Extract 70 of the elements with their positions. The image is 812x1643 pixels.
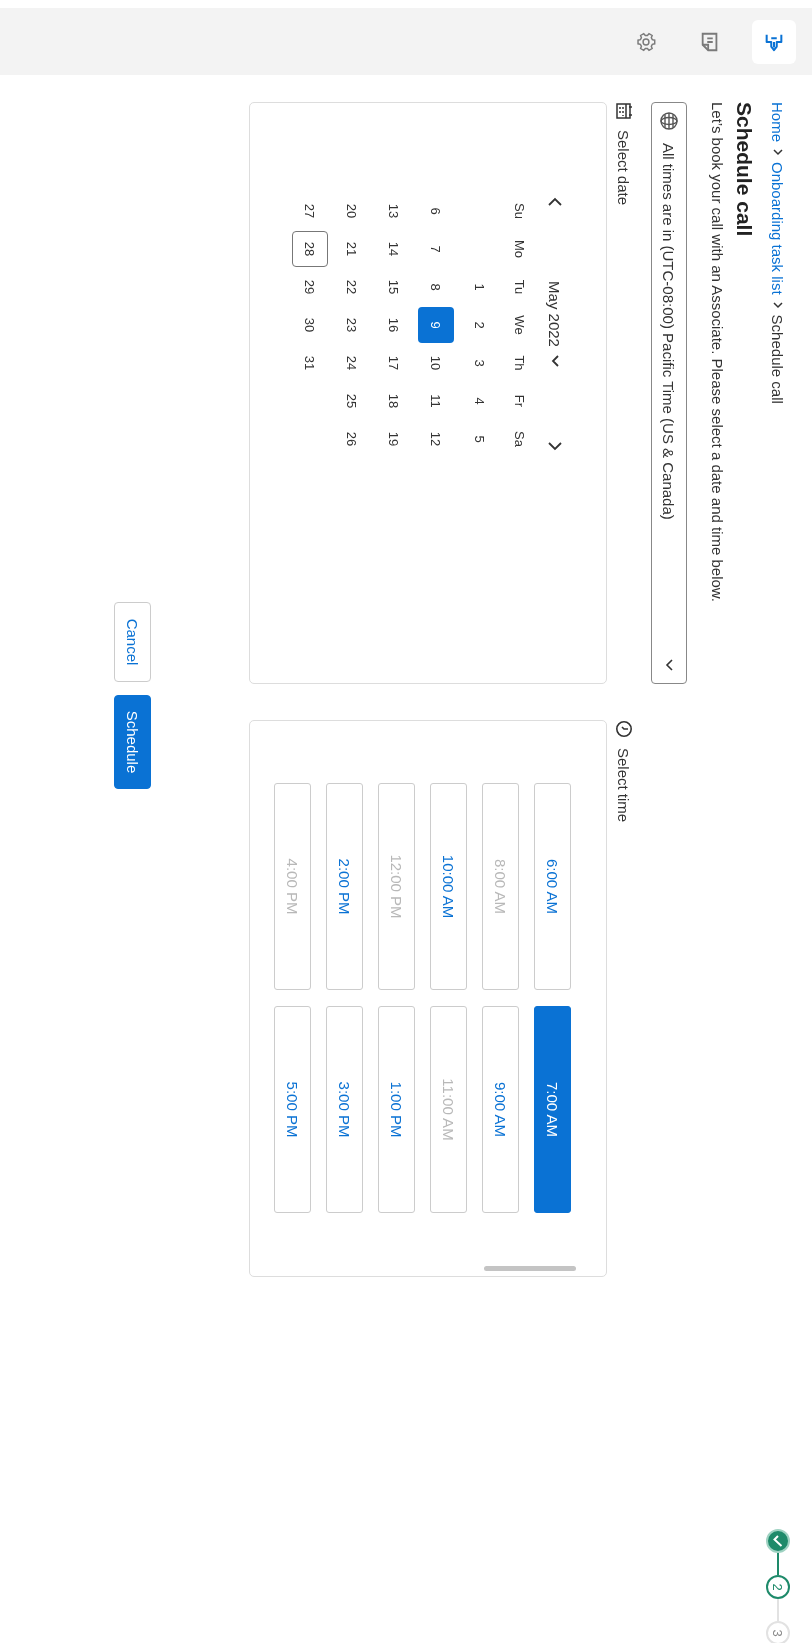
calendar-day[interactable]: 7	[418, 231, 454, 267]
calendar-day[interactable]: 1	[462, 269, 498, 305]
time-slot[interactable]: 7:00 AM	[534, 1006, 571, 1213]
calendar-day[interactable]: 4	[462, 383, 498, 419]
weekday-label: Tu	[511, 278, 528, 297]
calendar-day[interactable]: 11	[418, 383, 454, 419]
page-description: Let’s book your call with an Associate. Please select a date and time below.	[709, 102, 726, 605]
calendar-day[interactable]: 16	[376, 307, 412, 343]
chevron-down-icon	[665, 659, 673, 671]
calendar-day[interactable]: 19	[376, 421, 412, 457]
calendar-day[interactable]: 26	[334, 421, 370, 457]
calendar-day[interactable]: 18	[376, 383, 412, 419]
calendar-day[interactable]: 2	[462, 307, 498, 343]
calendar-day[interactable]: 13	[376, 193, 412, 229]
chevron-right-icon	[773, 148, 783, 156]
calendar-day[interactable]: 29	[292, 269, 328, 305]
time-slot[interactable]: 3:00 PM	[326, 1006, 363, 1213]
calendar-day[interactable]: 17	[376, 345, 412, 381]
page-title: Schedule call	[732, 102, 756, 239]
breadcrumb-current: Schedule call	[769, 314, 787, 404]
calendar-day[interactable]: 25	[334, 383, 370, 419]
calendar-day[interactable]: 14	[376, 231, 412, 267]
weekday-label: Sa	[511, 430, 528, 449]
calendar-day[interactable]: 20	[334, 193, 370, 229]
cancel-button[interactable]: Cancel	[114, 602, 151, 682]
calendar-day[interactable]: 15	[376, 269, 412, 305]
month-picker[interactable]: May 2022	[546, 281, 564, 367]
weekday-label: Mo	[511, 238, 528, 261]
breadcrumb-link[interactable]: Onboarding task list	[769, 162, 787, 295]
weekday-label: Su	[511, 202, 528, 221]
schedule-button[interactable]: Schedule	[114, 695, 151, 789]
calendar-day[interactable]: 21	[334, 231, 370, 267]
time-slot[interactable]: 6:00 AM	[534, 783, 571, 990]
time-slot[interactable]: 9:00 AM	[482, 1006, 519, 1213]
calendar-day[interactable]: 22	[334, 269, 370, 305]
weekday-label: Fr	[511, 393, 528, 410]
calendar-day[interactable]: 30	[292, 307, 328, 343]
section-label: Select date	[615, 130, 633, 206]
settings-icon	[635, 30, 657, 53]
time-slot[interactable]: 2:00 PM	[326, 783, 363, 990]
clock-icon	[615, 720, 633, 738]
weekday-label: We	[511, 314, 528, 337]
chevron-right-icon	[773, 300, 783, 309]
calendar-day[interactable]: 23	[334, 307, 370, 343]
step-indicator: 2	[766, 1575, 790, 1599]
globe-icon	[659, 111, 679, 131]
calendar-icon	[615, 102, 633, 120]
calendar-day[interactable]: 12	[418, 421, 454, 457]
calendar-day[interactable]: 9	[418, 307, 454, 343]
timezone-dropdown[interactable]: All times are in (UTC-08:00) Pacific Time (US & Canada)	[651, 102, 687, 684]
calendar-day[interactable]: 28	[292, 231, 328, 267]
calendar-day[interactable]: 27	[292, 193, 328, 229]
check-icon	[771, 1534, 785, 1548]
calendar-day[interactable]: 5	[462, 421, 498, 457]
calendar-day[interactable]: 31	[292, 345, 328, 381]
step-indicator: 3	[766, 1621, 790, 1643]
breadcrumb-link[interactable]: Home	[769, 102, 787, 142]
scrollbar[interactable]	[484, 1266, 576, 1271]
time-slot[interactable]: 5:00 PM	[274, 1006, 311, 1213]
calendar-day[interactable]: 10	[418, 345, 454, 381]
calendar-day[interactable]: 3	[462, 345, 498, 381]
chevron-down-icon	[551, 354, 559, 367]
time-slot[interactable]: 1:00 PM	[378, 1006, 415, 1213]
enter-button[interactable]	[752, 19, 796, 64]
calendar-day[interactable]: 8	[418, 269, 454, 305]
time-slot[interactable]: 10:00 AM	[430, 783, 467, 990]
section-label: Select time	[615, 748, 633, 823]
weekday-label: Th	[511, 354, 528, 373]
calendar-day[interactable]: 24	[334, 345, 370, 381]
calendar-day[interactable]: 6	[418, 193, 454, 229]
